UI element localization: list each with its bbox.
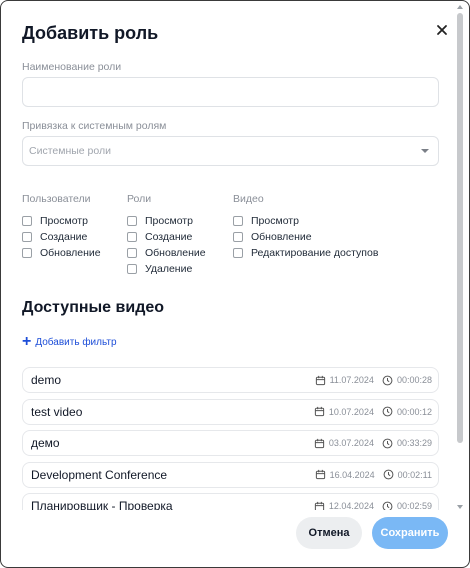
permission-users-create[interactable]: Создание [22, 229, 101, 245]
clock-icon [382, 375, 393, 385]
video-name: demo [31, 373, 62, 387]
permission-roles-delete[interactable]: Удаление [127, 261, 206, 277]
permission-users-update[interactable]: Обновление [22, 245, 101, 261]
system-roles-placeholder: Системные роли [29, 145, 111, 157]
clock-icon [383, 469, 394, 480]
dialog-title: Добавить роль [22, 23, 159, 43]
clock-icon [382, 438, 393, 448]
video-duration: 00:00:28 [396, 375, 432, 385]
permission-label: Редактирование доступов [251, 247, 379, 259]
video-meta: 11.07.2024 00:00:28 [315, 375, 438, 386]
video-item[interactable]: demo 11.07.2024 00:00:28 [22, 367, 439, 393]
scroll-up-arrow-icon[interactable] [457, 5, 463, 9]
video-date: 12.04.2024 [328, 501, 374, 510]
checkbox[interactable] [233, 216, 243, 226]
plus-icon: + [22, 333, 32, 350]
permissions-roles: Роли Просмотр Создание Обновление Удален… [127, 193, 206, 277]
video-name: test video [31, 404, 83, 419]
video-meta: 12.04.2024 00:02:59 [314, 501, 438, 510]
permission-label: Обновление [251, 231, 312, 243]
checkbox[interactable] [22, 216, 32, 226]
video-meta: 16.04.2024 00:02:11 [315, 469, 438, 480]
permission-label: Просмотр [251, 215, 299, 227]
permission-label: Удаление [145, 263, 193, 275]
calendar-icon [314, 438, 325, 448]
checkbox[interactable] [22, 248, 32, 258]
cancel-button[interactable]: Отмена [296, 517, 362, 549]
permission-roles-view[interactable]: Просмотр [127, 213, 206, 229]
permission-users-view[interactable]: Просмотр [22, 213, 101, 229]
add-filter-button[interactable]: + Добавить фильтр [22, 333, 117, 350]
permission-label: Обновление [145, 247, 206, 259]
video-item[interactable]: test video 10.07.2024 00:00:12 [22, 398, 439, 425]
video-name: Планировщик - Проверка [31, 499, 173, 510]
permission-roles-create[interactable]: Создание [127, 229, 206, 245]
permission-label: Просмотр [40, 215, 88, 227]
scrollbar-thumb[interactable] [457, 13, 463, 443]
permission-label: Создание [40, 231, 88, 243]
save-button[interactable]: Сохранить [372, 517, 448, 549]
video-list: demo 11.07.2024 00:00:28 test video 10.0… [22, 367, 439, 510]
add-role-dialog: Добавить роль Наименование роли Привязка… [0, 0, 470, 568]
video-duration: 00:00:12 [396, 406, 432, 417]
video-item[interactable]: Планировщик - Проверка 12.04.2024 00:02:… [22, 493, 439, 510]
calendar-icon [315, 469, 325, 480]
video-duration: 00:02:59 [396, 501, 432, 510]
video-name: Development Conference [31, 467, 168, 482]
scroll-down-arrow-icon[interactable] [457, 505, 463, 509]
video-date: 10.07.2024 [328, 406, 374, 417]
video-meta: 03.07.2024 00:33:29 [314, 438, 438, 449]
permission-group-label: Видео [233, 193, 264, 205]
video-duration: 00:02:11 [397, 469, 432, 480]
permissions-users: Пользователи Просмотр Создание Обновлени… [22, 193, 101, 261]
video-name: демо [31, 436, 60, 450]
calendar-icon [314, 501, 325, 510]
permission-video-view[interactable]: Просмотр [233, 213, 378, 229]
video-date: 16.04.2024 [329, 469, 375, 480]
system-roles-select[interactable]: Системные роли [22, 136, 439, 166]
video-date: 11.07.2024 [329, 375, 374, 385]
permission-label: Просмотр [145, 215, 193, 227]
permission-roles-update[interactable]: Обновление [127, 245, 206, 261]
chevron-down-icon [421, 149, 429, 153]
calendar-icon [315, 375, 325, 385]
checkbox[interactable] [233, 232, 243, 242]
available-videos-title: Доступные видео [22, 299, 165, 316]
video-duration: 00:33:29 [396, 438, 432, 448]
calendar-icon [314, 406, 325, 417]
checkbox[interactable] [233, 248, 243, 258]
video-item[interactable]: демо 03.07.2024 00:33:29 [22, 430, 439, 456]
video-item[interactable]: Development Conference 16.04.2024 00:02:… [22, 461, 439, 488]
checkbox[interactable] [127, 248, 137, 258]
video-meta: 10.07.2024 00:00:12 [314, 406, 438, 417]
clock-icon [382, 501, 393, 510]
video-date: 03.07.2024 [328, 438, 374, 448]
permission-label: Обновление [40, 247, 101, 259]
checkbox[interactable] [127, 216, 137, 226]
permission-video-access-edit[interactable]: Редактирование доступов [233, 245, 378, 261]
checkbox[interactable] [127, 232, 137, 242]
checkbox[interactable] [22, 232, 32, 242]
permission-label: Создание [145, 231, 193, 243]
system-roles-label: Привязка к системным ролям [22, 120, 167, 132]
close-icon[interactable] [433, 21, 451, 39]
add-filter-label: Добавить фильтр [35, 336, 117, 348]
permissions-video: Видео Просмотр Обновление Редактирование… [233, 193, 378, 261]
permission-video-update[interactable]: Обновление [233, 229, 378, 245]
permission-group-label: Роли [127, 193, 152, 205]
role-name-label: Наименование роли [22, 61, 122, 73]
permission-group-label: Пользователи [22, 193, 91, 205]
role-name-input[interactable] [22, 77, 439, 107]
clock-icon [382, 406, 393, 417]
checkbox[interactable] [127, 264, 137, 274]
scrollbar[interactable] [456, 5, 464, 509]
